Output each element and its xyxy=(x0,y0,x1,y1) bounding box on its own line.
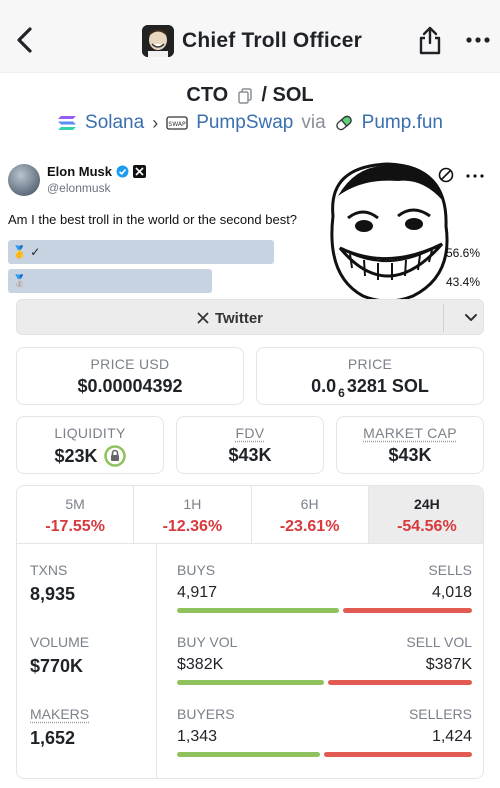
lock-icon[interactable] xyxy=(103,445,126,467)
timeframe-tabs: 5M -17.55% 1H -12.36% 6H -23.61% 24H -54… xyxy=(17,486,483,544)
buy-vol-label: BUY VOL xyxy=(177,634,238,650)
twitter-link-button[interactable]: Twitter xyxy=(16,299,484,335)
sells-label: SELLS xyxy=(428,562,472,578)
price-usd-value: $0.00004392 xyxy=(77,376,183,396)
sellers-label: SELLERS xyxy=(408,706,472,722)
chip-divider xyxy=(443,304,444,332)
solana-icon xyxy=(58,116,77,130)
sellers-bar-fill xyxy=(324,752,472,757)
tab-24h[interactable]: 24H -54.56% xyxy=(368,486,483,543)
sells-bar-fill xyxy=(343,608,472,613)
sell-vol-bar-fill xyxy=(327,680,472,685)
breakdown-column: BUYS SELLS 4,917 4,018 BUY VOL SELL VOL $38… xyxy=(177,544,472,778)
pair-separator: / xyxy=(261,84,267,106)
tweet-author: Elon Musk xyxy=(47,164,147,179)
buyers-label: BUYERS xyxy=(177,706,235,722)
token-avatar xyxy=(142,25,174,57)
buys-sells-split: BUYS SELLS 4,917 4,018 xyxy=(177,562,472,613)
buys-sells-bar xyxy=(177,608,472,613)
buys-value: 4,917 xyxy=(177,584,218,601)
sellers-value: 1,424 xyxy=(431,728,472,745)
summary-column: TXNS 8,935 VOLUME $770K MAKERS 1,652 xyxy=(17,544,157,778)
txns-label: TXNS xyxy=(30,562,68,578)
buys-label: BUYS xyxy=(177,562,216,578)
sell-vol-value: $387K xyxy=(425,656,472,673)
back-chevron-icon[interactable] xyxy=(14,26,36,54)
fdv-card: FDV $43K xyxy=(176,416,324,474)
token-banner-image: Elon Musk @elonmusk Am I the best troll … xyxy=(0,150,500,315)
tab-6h[interactable]: 6H -23.61% xyxy=(252,486,369,543)
tweet-handle: @elonmusk xyxy=(47,181,111,195)
page-title: Chief Troll Officer xyxy=(182,29,362,52)
volume-split: BUY VOL SELL VOL $382K $387K xyxy=(177,634,472,685)
chain-name[interactable]: Solana xyxy=(85,112,144,134)
via-label: via xyxy=(301,112,326,133)
buyers-sellers-bar xyxy=(177,752,472,757)
liquidity-value-row: $23K xyxy=(17,445,163,467)
buyers-value: 1,343 xyxy=(177,728,218,745)
chain-dex-line: Solana › SWAP PumpSwap via Pump.fun xyxy=(0,112,500,134)
poll-option-bar xyxy=(8,269,212,293)
price-native-value: 0.0 6 3281 SOL xyxy=(311,376,429,400)
x-logo-icon xyxy=(133,165,147,178)
volume-value: $770K xyxy=(30,656,84,676)
txns-metric: TXNS 8,935 xyxy=(30,562,75,605)
svg-text:SWAP: SWAP xyxy=(169,121,187,128)
tab-5m[interactable]: 5M -17.55% xyxy=(17,486,135,543)
poll-option-bar xyxy=(8,240,275,264)
quote-symbol: SOL xyxy=(272,84,314,106)
price-usd-card: PRICE USD $0.00004392 xyxy=(16,347,244,405)
price-native-label: PRICE xyxy=(347,356,393,372)
market-cap-card: MARKET CAP $43K xyxy=(336,416,484,474)
sell-vol-label: SELL VOL xyxy=(406,634,472,650)
chevron-down-icon[interactable] xyxy=(463,309,479,325)
poll-option-label: 🥇 ✓ xyxy=(12,245,41,259)
fdv-value: $43K xyxy=(228,445,272,465)
liquidity-value: $23K xyxy=(54,445,98,466)
dex-name[interactable]: PumpSwap xyxy=(196,112,293,134)
makers-split: BUYERS SELLERS 1,343 1,424 xyxy=(177,706,472,757)
pill-icon xyxy=(335,115,352,131)
volume-metric: VOLUME $770K xyxy=(30,634,89,677)
price-native-card: PRICE 0.0 6 3281 SOL xyxy=(256,347,484,405)
x-logo-icon xyxy=(197,312,209,324)
launchpad-name[interactable]: Pump.fun xyxy=(362,112,443,134)
verified-badge-icon xyxy=(116,165,129,178)
liquidity-label: LIQUIDITY xyxy=(54,425,126,441)
twitter-label[interactable]: Twitter xyxy=(17,300,443,336)
pumpswap-icon: SWAP xyxy=(166,116,188,130)
fdv-label[interactable]: FDV xyxy=(236,425,265,441)
pair-label: CTO / SOL xyxy=(0,84,500,107)
market-cap-label[interactable]: MARKET CAP xyxy=(363,425,457,441)
volume-label: VOLUME xyxy=(30,634,90,650)
buyers-bar-fill xyxy=(177,752,321,757)
more-dots-icon[interactable] xyxy=(466,36,490,44)
share-icon[interactable] xyxy=(418,25,442,55)
market-cap-value: $43K xyxy=(388,445,432,465)
price-usd-label: PRICE USD xyxy=(90,356,170,372)
no-icon xyxy=(438,167,454,183)
tab-1h[interactable]: 1H -12.36% xyxy=(134,486,252,543)
volume-bar xyxy=(177,680,472,685)
poll-option-label: 🥈 xyxy=(12,274,27,288)
zero-count-subscript: 6 xyxy=(338,385,345,400)
token-symbol: CTO xyxy=(186,84,229,106)
makers-value: 1,652 xyxy=(30,728,76,748)
makers-label[interactable]: MAKERS xyxy=(30,706,89,722)
breadcrumb-chevron-icon: › xyxy=(152,112,159,133)
tweet-text: Am I the best troll in the world or the … xyxy=(8,212,298,227)
makers-metric: MAKERS 1,652 xyxy=(30,706,89,749)
buy-vol-value: $382K xyxy=(177,656,224,673)
top-bar: Chief Troll Officer xyxy=(0,0,500,72)
buy-vol-bar-fill xyxy=(177,680,324,685)
sells-value: 4,018 xyxy=(431,584,472,601)
buys-bar-fill xyxy=(177,608,340,613)
header-title-group: Chief Troll Officer xyxy=(142,24,362,58)
copy-icon[interactable] xyxy=(238,87,252,104)
txns-value: 8,935 xyxy=(30,584,76,604)
liquidity-card: LIQUIDITY $23K xyxy=(16,416,164,474)
tweet-avatar xyxy=(8,164,40,196)
more-dots-icon xyxy=(466,174,484,178)
txn-stats-panel: 5M -17.55% 1H -12.36% 6H -23.61% 24H -54… xyxy=(16,485,484,779)
